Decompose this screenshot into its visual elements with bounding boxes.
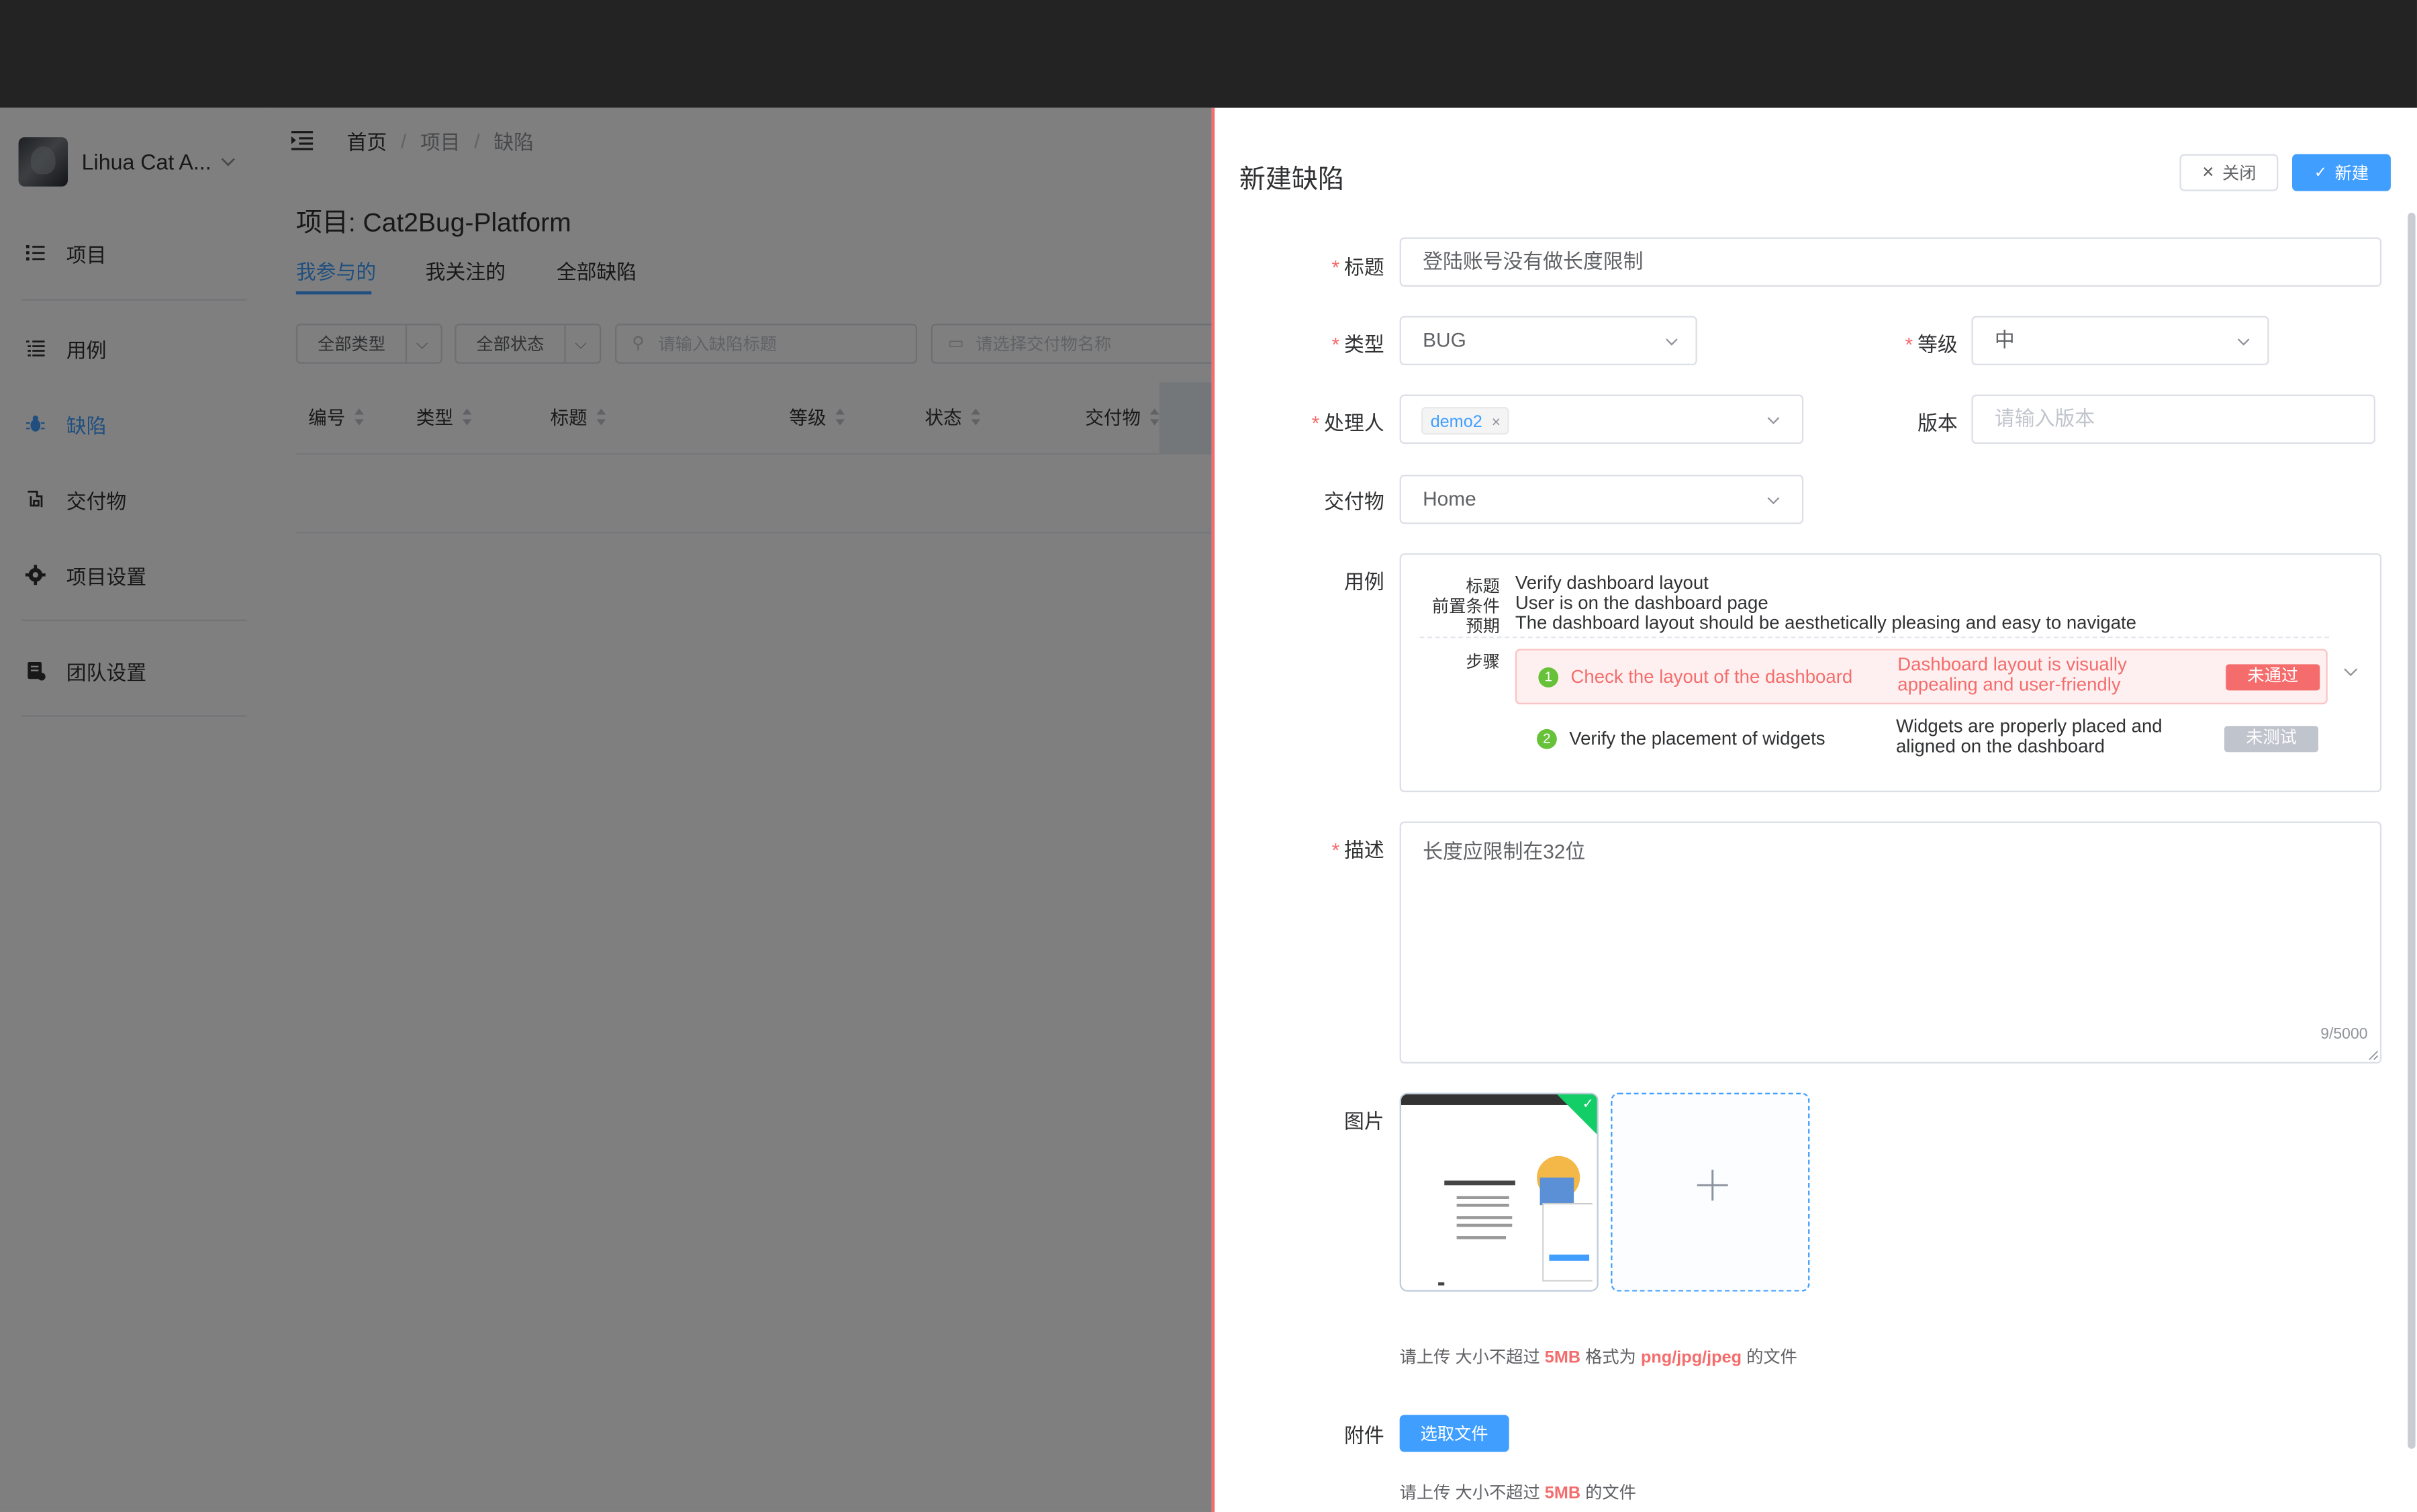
description-label: * 描述: [1331, 838, 1384, 862]
case-divider: [1419, 636, 2330, 639]
create-button-label: 新建: [2334, 164, 2369, 184]
resize-handle-icon[interactable]: [2368, 1049, 2379, 1060]
step-expected: Dashboard layout is visually appealing a…: [1897, 653, 2127, 696]
image-upload-tip: 请上传 大小不超过 5MB 格式为 png/jpg/jpeg 的文件: [1399, 1348, 1797, 1368]
step-number: 2: [1537, 728, 1557, 749]
file-upload-tip: 请上传 大小不超过 5MB 的文件: [1399, 1484, 1636, 1503]
character-counter: 9/5000: [2320, 1026, 2368, 1044]
screenshot-preview-image: [1438, 1155, 1593, 1286]
drawer-title: 新建缺陷: [1239, 164, 1345, 195]
case-expected-key: 预期: [1466, 618, 1500, 637]
step-action: Check the layout of the dashboard: [1570, 665, 1853, 688]
case-title-value: Verify dashboard layout: [1515, 571, 1709, 594]
deliverable-select-value: Home: [1423, 487, 1476, 510]
image-label: 图片: [1343, 1109, 1384, 1133]
deliverable-label: 交付物: [1324, 490, 1384, 514]
level-select[interactable]: 中: [1971, 316, 2269, 366]
step-expected: Widgets are properly placed and aligned …: [1895, 715, 2163, 757]
modal-backdrop[interactable]: [0, 107, 1212, 1512]
case-steps-key: 步骤: [1466, 653, 1500, 672]
drawer-scrollbar[interactable]: [2408, 212, 2416, 1449]
chevron-down-icon: [1767, 417, 1780, 424]
case-step-row: 1 Check the layout of the dashboard Dash…: [1515, 649, 2328, 705]
type-select[interactable]: BUG: [1399, 316, 1697, 366]
step-action: Verify the placement of widgets: [1569, 727, 1826, 749]
chevron-down-icon: [2237, 338, 2250, 346]
description-textarea[interactable]: 长度应限制在32位 9/5000: [1399, 821, 2382, 1064]
handler-label: * 处理人: [1311, 411, 1384, 435]
step-number: 1: [1538, 667, 1559, 688]
close-button-label: 关闭: [2222, 164, 2257, 184]
check-icon: ✓: [1582, 1096, 1594, 1112]
level-select-value: 中: [1994, 328, 2015, 352]
case-step-row: 2 Verify the placement of widgets Widget…: [1515, 712, 2328, 768]
close-icon[interactable]: ×: [1492, 415, 1501, 432]
select-file-button[interactable]: 选取文件: [1399, 1415, 1509, 1452]
handler-tag: demo2 ×: [1421, 407, 1510, 435]
version-placeholder: 请输入版本: [1994, 407, 2095, 430]
create-button[interactable]: ✓ 新建: [2292, 154, 2391, 191]
description-value: 长度应限制在32位: [1423, 840, 1586, 863]
case-expected-value: The dashboard layout should be aesthetic…: [1515, 612, 2137, 634]
chevron-down-icon: [1767, 497, 1780, 505]
type-select-value: BUG: [1423, 328, 1466, 352]
handler-select[interactable]: demo2 ×: [1399, 394, 1804, 444]
title-label: * 标题: [1331, 256, 1384, 279]
close-icon: ✕: [2201, 164, 2215, 181]
attachment-label: 附件: [1343, 1424, 1384, 1448]
new-defect-drawer: 新建缺陷 ✕ 关闭 ✓ 新建 * 标题 登陆账号没有做长度限制 * 类型 BUG * 等级…: [1211, 107, 2417, 1512]
status-badge: 未通过: [2226, 664, 2320, 691]
case-precondition-value: User is on the dashboard page: [1515, 592, 1768, 614]
close-button[interactable]: ✕ 关闭: [2179, 154, 2279, 191]
plus-icon: [1697, 1170, 1728, 1201]
chevron-down-icon: [2344, 668, 2358, 677]
status-badge: 未测试: [2224, 726, 2319, 753]
window-top-bar: [0, 0, 2417, 108]
type-label: * 类型: [1331, 332, 1384, 357]
level-label: * 等级: [1905, 332, 1958, 357]
version-input[interactable]: 请输入版本: [1971, 394, 2375, 444]
uploaded-image-thumbnail[interactable]: ✓: [1399, 1092, 1599, 1292]
check-icon: ✓: [2314, 164, 2328, 181]
case-label: 用例: [1343, 570, 1384, 594]
title-input-value: 登陆账号没有做长度限制: [1423, 249, 1644, 273]
version-label: 版本: [1917, 411, 1958, 435]
image-upload-button[interactable]: [1611, 1092, 1810, 1292]
handler-tag-label: demo2: [1430, 413, 1482, 432]
chevron-down-icon: [1666, 338, 1678, 346]
deliverable-select[interactable]: Home: [1399, 475, 1804, 524]
case-select[interactable]: 标题 Verify dashboard layout 前置条件 User is …: [1399, 553, 2382, 792]
app-root: Lihua Cat A... 项目 用例 缺陷 交付物: [0, 0, 2417, 1512]
title-input[interactable]: 登陆账号没有做长度限制: [1399, 237, 2382, 287]
